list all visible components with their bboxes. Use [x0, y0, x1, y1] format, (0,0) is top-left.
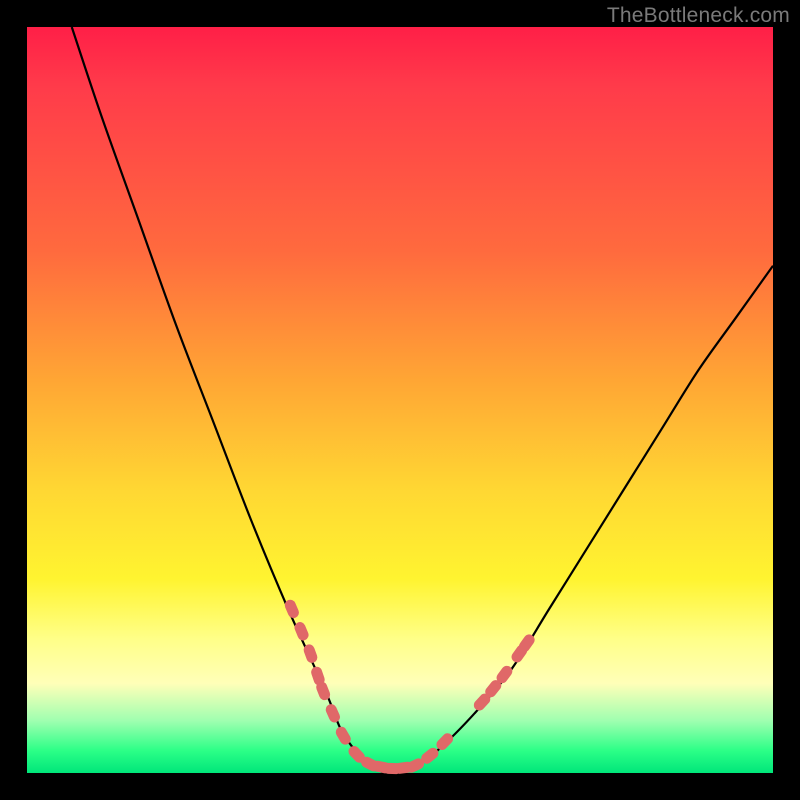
chart-svg	[27, 27, 773, 773]
curve-marker	[324, 702, 342, 724]
watermark-text: TheBottleneck.com	[607, 4, 790, 28]
plot-area	[27, 27, 773, 773]
outer-frame: TheBottleneck.com	[0, 0, 800, 800]
marker-layer	[283, 598, 537, 775]
bottleneck-curve	[72, 27, 773, 774]
curve-layer	[72, 27, 773, 774]
